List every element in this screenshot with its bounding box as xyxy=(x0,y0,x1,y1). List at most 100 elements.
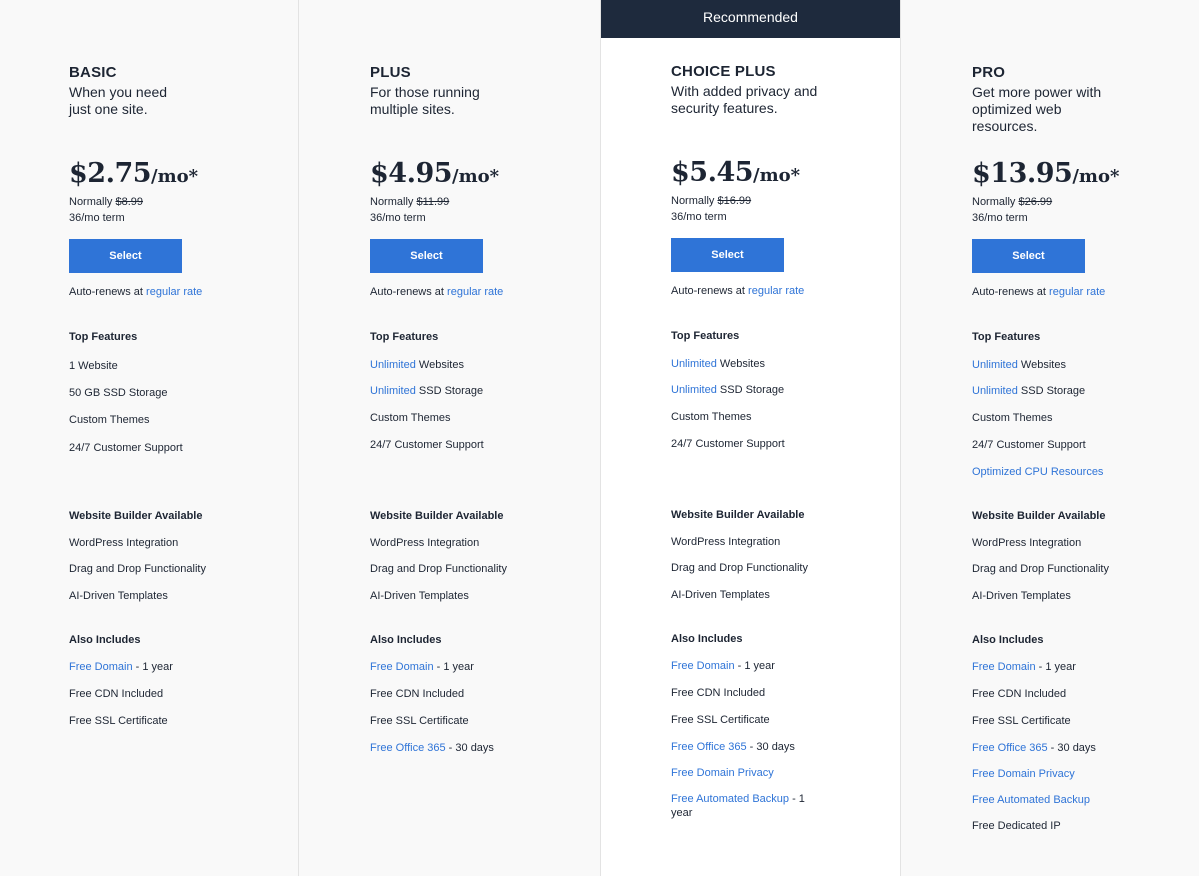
feature-highlight: Unlimited xyxy=(370,385,416,397)
select-button[interactable]: Select xyxy=(370,239,483,273)
also-includes-title: Also Includes xyxy=(972,634,1044,646)
feature-item: 24/7 Customer Support xyxy=(972,438,1086,452)
include-link[interactable]: Free Domain Privacy xyxy=(972,768,1075,780)
include-link[interactable]: Free Domain xyxy=(370,661,434,673)
feature-text: SSD Storage xyxy=(1017,385,1086,397)
builder-title: Website Builder Available xyxy=(69,510,203,522)
regular-rate-link[interactable]: regular rate xyxy=(748,285,804,297)
builder-feature: WordPress Integration xyxy=(972,537,1082,549)
feature-item: 50 GB SSD Storage xyxy=(69,386,167,400)
auto-renew-label: Auto-renews at xyxy=(69,286,143,298)
include-link[interactable]: Free Automated Backup xyxy=(671,793,789,805)
auto-renew-text: Auto-renews at regular rate xyxy=(69,286,202,298)
include-link[interactable]: Free Office 365 xyxy=(671,741,747,753)
include-item: Free Domain Privacy xyxy=(972,767,1075,781)
plan-name: CHOICE PLUS xyxy=(671,63,776,80)
include-text: Free SSL Certificate xyxy=(671,714,770,726)
include-link[interactable]: Free Domain Privacy xyxy=(671,767,774,779)
include-item: Free Office 365 - 30 days xyxy=(972,741,1096,755)
feature-item: 1 Website xyxy=(69,359,118,373)
include-item: Free Domain - 1 year xyxy=(69,660,173,674)
feature-text: Websites xyxy=(415,359,464,371)
include-item: Free Office 365 - 30 days xyxy=(671,740,795,754)
builder-feature: AI-Driven Templates xyxy=(370,590,469,602)
normally-label: Normally xyxy=(972,196,1016,208)
include-text: - 1 year xyxy=(1035,661,1076,673)
normally-label: Normally xyxy=(671,195,715,207)
term-text: 36/mo term xyxy=(972,212,1028,224)
include-item: Free Domain - 1 year xyxy=(972,660,1076,674)
price-amount: $5.45 xyxy=(671,157,754,188)
include-item: Free Domain - 1 year xyxy=(370,660,474,674)
include-item: Free Automated Backup - 1 year xyxy=(671,792,821,820)
regular-rate-link[interactable]: regular rate xyxy=(1049,286,1105,298)
builder-title: Website Builder Available xyxy=(972,510,1106,522)
auto-renew-text: Auto-renews at regular rate xyxy=(370,286,503,298)
feature-text: 24/7 Customer Support xyxy=(972,439,1086,451)
price-period: /mo* xyxy=(1072,166,1120,187)
feature-item: Unlimited SSD Storage xyxy=(671,383,784,397)
normal-price: $16.99 xyxy=(717,195,752,207)
auto-renew-text: Auto-renews at regular rate xyxy=(671,285,804,297)
include-text: Free SSL Certificate xyxy=(972,715,1071,727)
regular-rate-link[interactable]: regular rate xyxy=(146,286,202,298)
builder-feature: Drag and Drop Functionality xyxy=(671,562,808,574)
top-features-title: Top Features xyxy=(69,331,138,343)
include-item: Free Domain Privacy xyxy=(671,766,774,780)
builder-feature: Drag and Drop Functionality xyxy=(69,563,206,575)
plan-description: When you need just one site. xyxy=(69,84,168,117)
feature-text: 24/7 Customer Support xyxy=(671,438,785,450)
include-link[interactable]: Free Domain xyxy=(671,660,735,672)
include-text: - 30 days xyxy=(445,742,494,754)
feature-item: 24/7 Customer Support xyxy=(69,441,183,455)
feature-highlight: Unlimited xyxy=(671,384,717,396)
feature-item: Unlimited SSD Storage xyxy=(370,384,483,398)
normal-price-line: Normally $26.99 xyxy=(972,196,1052,208)
feature-text: 1 Website xyxy=(69,360,118,372)
include-text: Free CDN Included xyxy=(671,687,766,699)
include-text: - 30 days xyxy=(1047,742,1096,754)
include-item: Free CDN Included xyxy=(69,687,163,701)
feature-item: Unlimited Websites xyxy=(671,357,765,371)
select-button[interactable]: Select xyxy=(671,238,784,272)
normally-label: Normally xyxy=(69,196,113,208)
regular-rate-link[interactable]: regular rate xyxy=(447,286,503,298)
feature-item: Custom Themes xyxy=(671,410,752,424)
feature-item: Custom Themes xyxy=(370,411,451,425)
include-text: Free SSL Certificate xyxy=(69,715,168,727)
also-includes-title: Also Includes xyxy=(370,634,442,646)
include-item: Free SSL Certificate xyxy=(671,713,770,727)
include-link[interactable]: Free Domain xyxy=(972,661,1036,673)
include-item: Free Automated Backup xyxy=(972,793,1090,807)
builder-feature: Drag and Drop Functionality xyxy=(972,563,1109,575)
normal-price-line: Normally $8.99 xyxy=(69,196,143,208)
feature-text: Custom Themes xyxy=(69,414,150,426)
include-link[interactable]: Free Domain xyxy=(69,661,133,673)
include-link[interactable]: Free Automated Backup xyxy=(972,794,1090,806)
plan-choice-plus: Recommended CHOICE PLUS With added priva… xyxy=(600,0,901,876)
select-button[interactable]: Select xyxy=(69,239,182,273)
feature-item: Unlimited Websites xyxy=(370,358,464,372)
include-text: Free SSL Certificate xyxy=(370,715,469,727)
term-text: 36/mo term xyxy=(671,211,727,223)
include-item: Free Office 365 - 30 days xyxy=(370,741,494,755)
include-link[interactable]: Free Office 365 xyxy=(972,742,1048,754)
price-period: /mo* xyxy=(151,166,199,187)
builder-feature: WordPress Integration xyxy=(671,536,781,548)
feature-highlight: Optimized CPU Resources xyxy=(972,466,1104,478)
feature-text: 24/7 Customer Support xyxy=(69,442,183,454)
recommended-banner: Recommended xyxy=(601,0,900,38)
feature-text: 24/7 Customer Support xyxy=(370,439,484,451)
builder-title: Website Builder Available xyxy=(370,510,504,522)
plan-name: PLUS xyxy=(370,64,411,81)
include-text: Free CDN Included xyxy=(69,688,164,700)
plan-price: $5.45/mo* xyxy=(671,157,800,188)
feature-item: Optimized CPU Resources xyxy=(972,465,1103,479)
include-link[interactable]: Free Office 365 xyxy=(370,742,446,754)
feature-text: 50 GB SSD Storage xyxy=(69,387,168,399)
select-button[interactable]: Select xyxy=(972,239,1085,273)
builder-title: Website Builder Available xyxy=(671,509,805,521)
include-text: Free CDN Included xyxy=(972,688,1067,700)
auto-renew-label: Auto-renews at xyxy=(671,285,745,297)
feature-text: Custom Themes xyxy=(972,412,1053,424)
